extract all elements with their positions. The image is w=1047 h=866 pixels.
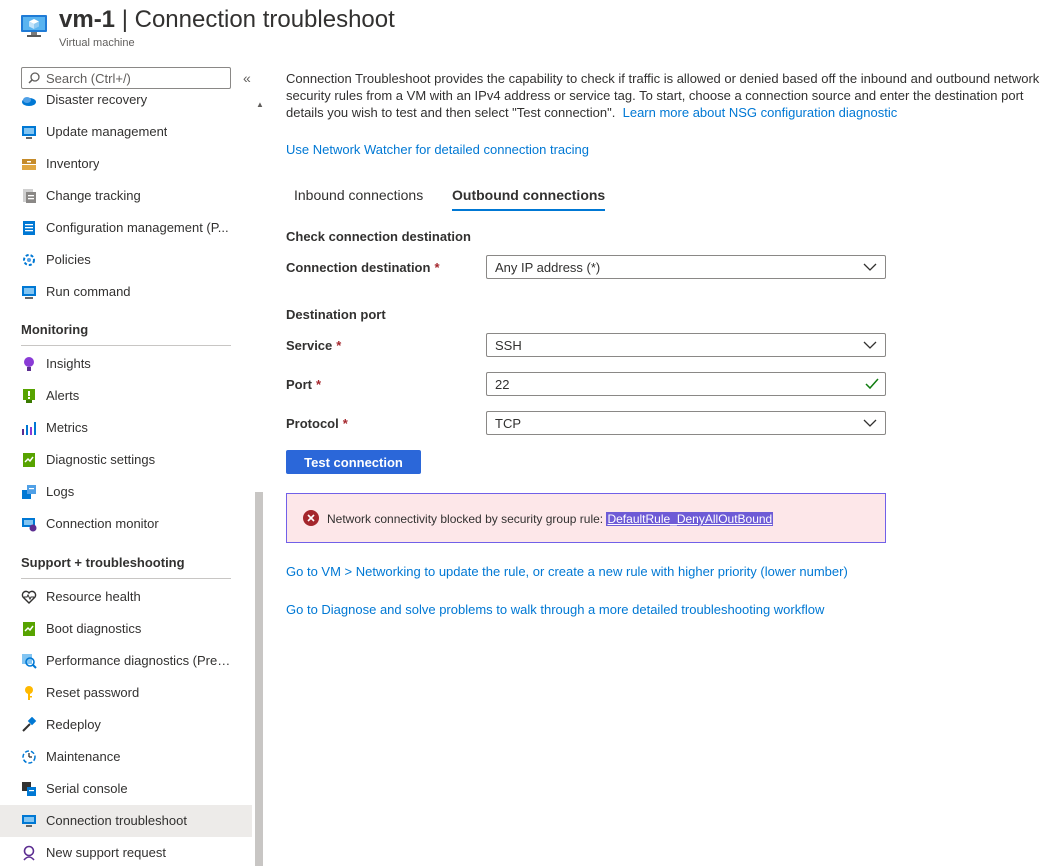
sidebar-item-inventory[interactable]: Inventory: [0, 148, 252, 180]
connection-destination-label: Connection destination *: [286, 260, 440, 275]
service-label: Service *: [286, 338, 342, 353]
sidebar-item-connection-monitor[interactable]: Connection monitor: [0, 508, 252, 540]
error-message-bar: Network connectivity blocked by security…: [286, 493, 886, 543]
sidebar-item-serial-console[interactable]: Serial console: [0, 773, 252, 805]
destination-port-heading: Destination port: [286, 307, 386, 322]
collapse-sidebar-button[interactable]: «: [243, 70, 251, 86]
test-connection-button[interactable]: Test connection: [286, 450, 421, 474]
chevron-down-icon: [863, 419, 877, 427]
reset-password-icon: [25, 686, 33, 700]
sidebar-item-boot-diagnostics[interactable]: Boot diagnostics: [0, 613, 252, 645]
port-field[interactable]: [486, 372, 886, 396]
error-icon: [303, 510, 319, 526]
sidebar-item-disaster-recovery[interactable]: Disaster recovery: [0, 92, 252, 116]
sidebar-item-reset-password[interactable]: Reset password: [0, 677, 252, 709]
sidebar-item-run-command[interactable]: Run command: [0, 276, 252, 308]
search-icon: [28, 72, 40, 84]
sidebar-nav: Disaster recovery Update management Inve…: [0, 92, 252, 866]
intro-text: Connection Troubleshoot provides the cap…: [286, 71, 1040, 120]
policies-icon: [23, 254, 35, 266]
chevron-down-icon: [863, 341, 877, 349]
sidebar-item-logs[interactable]: Logs: [0, 476, 252, 508]
alerts-icon: [23, 389, 35, 403]
virtual-machine-icon: [21, 15, 47, 37]
insights-icon: [24, 357, 34, 371]
sidebar-item-diagnostic-settings[interactable]: Diagnostic settings: [0, 444, 252, 476]
port-input[interactable]: [495, 376, 855, 393]
update-management-icon: [22, 126, 36, 139]
tab-outbound-connections[interactable]: Outbound connections: [452, 187, 606, 211]
diagnose-and-solve-link[interactable]: Go to Diagnose and solve problems to wal…: [286, 602, 824, 617]
sidebar-search[interactable]: [21, 67, 231, 89]
protocol-dropdown[interactable]: TCP: [486, 411, 886, 435]
sidebar-item-connection-troubleshoot[interactable]: Connection troubleshoot: [0, 805, 252, 837]
sidebar-group-support: Support + troubleshooting: [21, 555, 231, 579]
error-message-text: Network connectivity blocked by security…: [327, 512, 774, 526]
valid-check-icon: [865, 378, 879, 390]
sidebar-item-metrics[interactable]: Metrics: [0, 412, 252, 444]
check-destination-heading: Check connection destination: [286, 229, 471, 244]
resource-health-icon: [21, 590, 37, 604]
sidebar-item-resource-health[interactable]: Resource health: [0, 581, 252, 613]
search-input[interactable]: [46, 69, 226, 87]
blocking-rule-name[interactable]: DefaultRule_DenyAllOutBound: [606, 512, 774, 526]
nsg-diagnostic-learn-more-link[interactable]: Learn more about NSG configuration diagn…: [623, 105, 898, 120]
page-title: vm-1 | Connection troubleshoot: [59, 6, 395, 33]
sidebar-item-policies[interactable]: Policies: [0, 244, 252, 276]
network-watcher-link[interactable]: Use Network Watcher for detailed connect…: [286, 142, 589, 157]
connection-monitor-icon: [22, 518, 37, 532]
chevron-down-icon: [863, 263, 877, 271]
metrics-icon: [22, 422, 36, 435]
scroll-up-arrow-icon[interactable]: ▲: [256, 100, 264, 109]
new-support-request-icon: [23, 845, 35, 861]
sidebar-item-update-management[interactable]: Update management: [0, 116, 252, 148]
boot-diagnostics-icon: [23, 622, 35, 636]
configuration-management-icon: [23, 221, 35, 235]
service-dropdown[interactable]: SSH: [486, 333, 886, 357]
serial-console-icon: [22, 782, 36, 796]
sidebar-scrollbar[interactable]: ▲: [253, 96, 265, 866]
disaster-recovery-icon: [22, 97, 36, 106]
inventory-icon: [22, 159, 36, 170]
run-command-icon: [22, 286, 36, 299]
connection-destination-dropdown[interactable]: Any IP address (*): [486, 255, 886, 279]
sidebar-item-redeploy[interactable]: Redeploy: [0, 709, 252, 741]
connection-troubleshoot-icon: [22, 815, 36, 827]
scrollbar-thumb[interactable]: [255, 492, 263, 866]
port-label: Port *: [286, 377, 322, 392]
redeploy-icon: [22, 717, 37, 732]
sidebar-item-new-support-request[interactable]: New support request: [0, 837, 252, 866]
logs-icon: [22, 485, 36, 499]
sidebar-item-performance-diagnostics[interactable]: Performance diagnostics (Prev...: [0, 645, 252, 677]
performance-diagnostics-icon: [22, 654, 37, 669]
tab-inbound-connections[interactable]: Inbound connections: [294, 187, 423, 211]
sidebar-item-insights[interactable]: Insights: [0, 348, 252, 380]
go-to-networking-link[interactable]: Go to VM > Networking to update the rule…: [286, 564, 848, 579]
change-tracking-icon: [23, 189, 36, 203]
maintenance-icon: [22, 750, 36, 764]
sidebar-group-monitoring: Monitoring: [21, 322, 231, 346]
sidebar-item-alerts[interactable]: Alerts: [0, 380, 252, 412]
sidebar-item-change-tracking[interactable]: Change tracking: [0, 180, 252, 212]
main-content: Connection Troubleshoot provides the cap…: [286, 70, 1046, 617]
protocol-label: Protocol *: [286, 416, 348, 431]
diagnostic-settings-icon: [23, 453, 35, 467]
sidebar-item-configuration-management[interactable]: Configuration management (P...: [0, 212, 252, 244]
resource-type: Virtual machine: [59, 37, 135, 49]
sidebar-item-maintenance[interactable]: Maintenance: [0, 741, 252, 773]
